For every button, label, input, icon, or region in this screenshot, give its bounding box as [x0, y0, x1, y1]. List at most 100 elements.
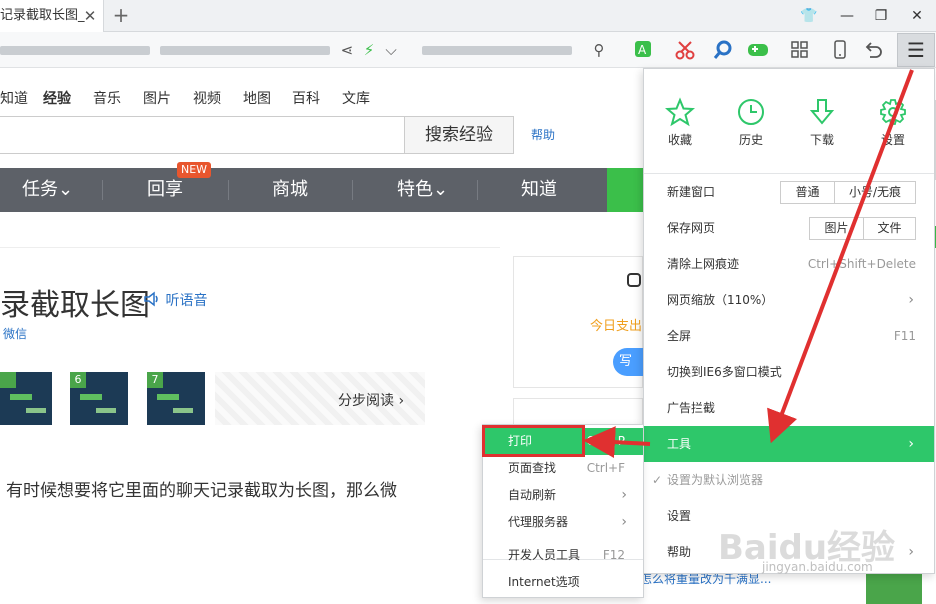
gamepad-icon[interactable]	[746, 39, 770, 61]
step-number	[0, 372, 16, 388]
menu-item-tools[interactable]: 工具 ›	[644, 426, 934, 462]
site-nav-item[interactable]: 文库	[342, 88, 370, 108]
submenu-item-label: 自动刷新	[508, 488, 557, 502]
save-as-file-button[interactable]: 文件	[863, 217, 916, 240]
print-highlight-annotation	[482, 425, 585, 457]
site-nav-item[interactable]: 音乐	[93, 88, 121, 108]
tag-link[interactable]: 微信	[3, 325, 27, 342]
search-icon[interactable]: ⚲	[590, 40, 608, 60]
menu-item-zoom[interactable]: 网页缩放（110%） ›	[644, 282, 934, 318]
menu-shortcut: Ctrl+Shift+Delete	[807, 257, 916, 271]
menu-item-label: 设置为默认浏览器	[667, 473, 764, 487]
download-icon	[809, 99, 835, 125]
site-nav-item[interactable]: 图片	[143, 88, 171, 108]
browser-tab[interactable]: 记录截取长图_ ✕	[0, 0, 104, 32]
chevron-right-icon: ›	[908, 292, 914, 308]
address-bar-blurred[interactable]	[0, 46, 150, 55]
submenu-item-proxy[interactable]: 代理服务器 ›	[483, 509, 643, 536]
category-nav-bar: 任务⌄ 回享 商城 特色⌄ 知道	[0, 168, 642, 212]
quick-label: 历史	[738, 133, 763, 147]
submenu-item-internet-options[interactable]: Internet选项	[483, 569, 643, 596]
menu-item-fullscreen[interactable]: 全屏 F11	[644, 318, 934, 354]
nav-item-zhidao[interactable]: 知道	[521, 168, 557, 212]
nav-item-tasks[interactable]: 任务⌄	[22, 168, 73, 212]
skin-icon[interactable]: 👕	[798, 5, 820, 27]
nav-divider	[102, 180, 103, 200]
site-nav-item[interactable]: 百科	[292, 88, 320, 108]
chevron-right-icon: ›	[621, 514, 627, 530]
new-window-normal-button[interactable]: 普通	[780, 181, 835, 204]
quick-download[interactable]: 下载	[792, 97, 852, 148]
search-input[interactable]	[0, 116, 405, 154]
submenu-item-label: 页面查找	[508, 461, 557, 475]
nav-divider	[228, 180, 229, 200]
scissors-icon[interactable]	[674, 39, 696, 61]
chevron-right-icon: ›	[908, 436, 914, 452]
write-button[interactable]: 写	[613, 348, 643, 376]
chevron-right-icon: ›	[908, 544, 914, 560]
site-nav-item-active[interactable]: 经验	[43, 88, 71, 108]
quick-label: 收藏	[667, 133, 692, 147]
main-menu-button[interactable]: ☰	[897, 33, 935, 67]
chevron-right-icon: ›	[621, 487, 627, 503]
menu-item-label: 切换到IE6多窗口模式	[667, 365, 782, 379]
menu-item-set-default[interactable]: ✓ 设置为默认浏览器	[644, 462, 934, 498]
listen-label: 听语音	[165, 293, 208, 309]
submenu-item-devtools[interactable]: 开发人员工具 F12	[483, 542, 643, 569]
submenu-shortcut: Ctrl+P	[586, 434, 625, 448]
search-button[interactable]: 搜索经验	[404, 116, 514, 154]
window-close-button[interactable]: ✕	[906, 5, 928, 27]
menu-item-label: 全屏	[667, 329, 692, 343]
restore-button[interactable]: ❐	[870, 5, 892, 27]
menu-item-label: 清除上网痕迹	[667, 257, 740, 271]
menu-item-label: 新建窗口	[667, 185, 716, 199]
share-icon[interactable]: ⋖	[338, 40, 356, 60]
site-nav-item[interactable]: 知道	[0, 88, 28, 108]
listen-link[interactable]: 听语音	[143, 290, 207, 310]
menu-item-adblock[interactable]: 广告拦截	[644, 390, 934, 426]
menu-item-new-window[interactable]: 新建窗口 普通 小号/无痕	[644, 174, 934, 210]
menu-item-label: 工具	[667, 437, 692, 451]
translate-icon[interactable]: A	[632, 38, 656, 62]
nav-divider	[477, 180, 478, 200]
menu-item-label: 帮助	[667, 545, 692, 559]
minimize-button[interactable]: —	[836, 5, 858, 27]
quick-history[interactable]: 历史	[721, 97, 781, 148]
submenu-item-auto-refresh[interactable]: 自动刷新 ›	[483, 482, 643, 509]
step-number: 7	[147, 372, 163, 388]
site-nav-item[interactable]: 地图	[243, 88, 271, 108]
submenu-item-label: 代理服务器	[508, 515, 569, 529]
quick-favorites[interactable]: 收藏	[650, 97, 710, 148]
new-window-private-button[interactable]: 小号/无痕	[834, 181, 916, 204]
menu-item-clear-history[interactable]: 清除上网痕迹 Ctrl+Shift+Delete	[644, 246, 934, 282]
submenu-item-find[interactable]: 页面查找 Ctrl+F	[483, 455, 643, 482]
step-read-link[interactable]: 分步阅读 ›	[338, 390, 404, 410]
nav-item-mall[interactable]: 商城	[272, 168, 308, 212]
quick-label: 设置	[880, 133, 905, 147]
quick-settings[interactable]: 设置	[863, 97, 923, 148]
step-thumbnail[interactable]	[0, 372, 52, 425]
menu-item-ie6-mode[interactable]: 切换到IE6多窗口模式	[644, 354, 934, 390]
new-tab-button[interactable]: +	[110, 4, 132, 26]
menu-item-label: 网页缩放（110%）	[667, 293, 774, 307]
step-thumbnail[interactable]: 7	[147, 372, 205, 425]
help-link[interactable]: 帮助	[531, 126, 555, 143]
apps-grid-icon[interactable]	[790, 40, 810, 60]
submenu-item-label: Internet选项	[508, 575, 580, 589]
bolt-icon[interactable]: ⚡	[360, 40, 378, 60]
undo-icon[interactable]	[862, 39, 884, 61]
save-as-image-button[interactable]: 图片	[809, 217, 864, 240]
check-icon: ✓	[652, 473, 663, 487]
phone-icon[interactable]	[830, 39, 850, 61]
site-nav-item[interactable]: 视频	[193, 88, 221, 108]
article-body-text: 有时候想要将它里面的聊天记录截取为长图，那么微	[6, 481, 397, 501]
green-block	[866, 570, 922, 604]
tab-close-icon[interactable]: ✕	[80, 6, 100, 26]
nav-item-featured[interactable]: 特色⌄	[397, 168, 448, 212]
step-thumbnail[interactable]: 6	[70, 372, 128, 425]
search-field-blurred[interactable]	[422, 46, 572, 55]
magnifier-icon[interactable]	[712, 39, 734, 61]
menu-shortcut: F11	[893, 329, 916, 343]
chevron-down-icon[interactable]: ⌵	[382, 40, 400, 60]
menu-item-save-page[interactable]: 保存网页 图片 文件	[644, 210, 934, 246]
